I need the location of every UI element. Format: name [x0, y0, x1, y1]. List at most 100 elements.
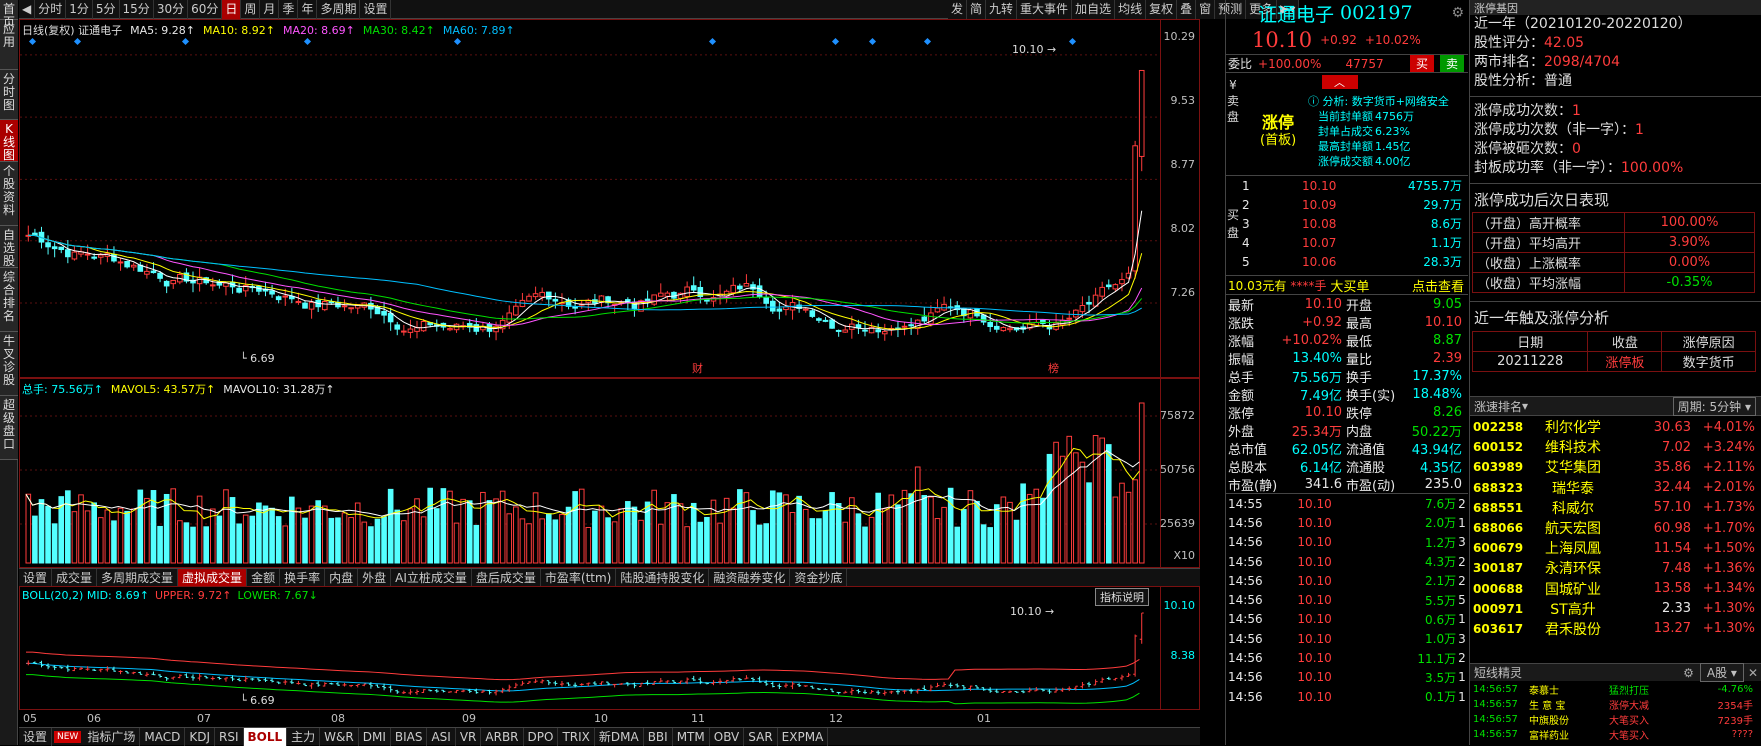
indicator-tab-6[interactable]: 内盘: [325, 569, 359, 587]
buy-level-row[interactable]: 5 10.06 28.3万: [1242, 252, 1467, 271]
toolbar-tab-8[interactable]: 窗: [1196, 0, 1216, 19]
bottom-tab-20[interactable]: EXPMA: [778, 728, 829, 746]
rank-row[interactable]: 600152 维科技术 7.02 +3.24%: [1470, 437, 1761, 457]
nav-1[interactable]: 应用: [0, 20, 18, 70]
bottom-tab-14[interactable]: TRIX: [558, 728, 595, 746]
rank-row[interactable]: 603617 君禾股份 13.27 +1.30%: [1470, 619, 1761, 639]
indicator-tab-5[interactable]: 换手率: [280, 569, 326, 587]
bottom-tab-9[interactable]: BIAS: [391, 728, 428, 746]
boll-panel[interactable]: BOLL(20,2) MID: 8.69↑ UPPER: 9.72↑ LOWER…: [19, 586, 1200, 710]
rank-row[interactable]: 300187 永清环保 7.48 +1.36%: [1470, 558, 1761, 578]
toolbar-tab-0[interactable]: 发: [948, 0, 968, 19]
rank-period-select[interactable]: 周期: 5分钟 ▾: [1672, 396, 1756, 416]
indicator-tab-9[interactable]: 盘后成交量: [472, 569, 541, 587]
bottom-tab-11[interactable]: VR: [456, 728, 482, 746]
rank-row[interactable]: 688323 瑞华泰 32.44 +2.01%: [1470, 478, 1761, 498]
bottom-tab-8[interactable]: DMI: [359, 728, 391, 746]
period-tab-8[interactable]: 月: [260, 0, 280, 19]
period-tab-6[interactable]: 日: [222, 0, 242, 19]
period-tab-3[interactable]: 15分: [120, 0, 154, 19]
indicator-tab-13[interactable]: 资金抄底: [790, 569, 848, 587]
buy-level-row[interactable]: 3 10.08 8.6万: [1242, 214, 1467, 233]
sell-button[interactable]: 卖: [1439, 55, 1464, 72]
toolbar-tab-5[interactable]: 均线: [1115, 0, 1147, 19]
indicator-tab-11[interactable]: 陆股通持股变化: [616, 569, 710, 587]
period-tab-4[interactable]: 30分: [154, 0, 189, 19]
bottom-tab-15[interactable]: 新DMA: [595, 728, 644, 746]
bottom-tab-13[interactable]: DPO: [524, 728, 559, 746]
volume-chart[interactable]: [20, 379, 1160, 567]
rank-row[interactable]: 000688 国城矿业 13.58 +1.34%: [1470, 579, 1761, 599]
indicator-tab-0[interactable]: 设置: [19, 569, 53, 587]
toolbar-tab-6[interactable]: 复权: [1146, 0, 1178, 19]
toolbar-tab-4[interactable]: 加自选: [1072, 0, 1116, 19]
indicator-tab-7[interactable]: 外盘: [358, 569, 392, 587]
rank-row[interactable]: 600679 上海凤凰 11.54 +1.50%: [1470, 538, 1761, 558]
nav-6[interactable]: 综合排名: [0, 268, 18, 332]
rank-row[interactable]: 603989 艾华集团 35.86 +2.11%: [1470, 457, 1761, 477]
rank-row[interactable]: 000971 ST高升 2.33 +1.30%: [1470, 599, 1761, 619]
bottom-tab-0[interactable]: 设置: [19, 728, 53, 746]
sprite-row[interactable]: 14:56:57 富祥药业 大笔买入????: [1470, 727, 1761, 742]
period-tab-7[interactable]: 周: [241, 0, 261, 19]
volume-panel[interactable]: 总手: 75.56万↑ MAVOL5: 43.57万↑ MAVOL10: 31.…: [19, 378, 1200, 568]
indicator-tab-12[interactable]: 融资融券变化: [709, 569, 791, 587]
bottom-tab-1[interactable]: 指标广场: [83, 728, 141, 746]
indicator-tab-10[interactable]: 市盈率(ttm): [541, 569, 617, 587]
buy-level-row[interactable]: 1 10.10 4755.7万: [1242, 176, 1467, 195]
period-tab-12[interactable]: 设置: [360, 0, 392, 19]
touch-row[interactable]: 20211228 涨停板 数字货币: [1471, 351, 1756, 372]
sprite-row[interactable]: 14:56:57 泰慕士 猛烈打压 -4.76%: [1470, 682, 1761, 697]
sprite-row[interactable]: 14:56:57 中旗股份 大笔买入 7239手: [1470, 712, 1761, 727]
indicator-tab-1[interactable]: 成交量: [52, 569, 98, 587]
bottom-tab-7[interactable]: W&R: [320, 728, 359, 746]
gear-icon[interactable]: ⚙: [1451, 5, 1464, 21]
toolbar-tab-1[interactable]: 简: [967, 0, 987, 19]
period-tab-11[interactable]: 多周期: [317, 0, 361, 19]
toolbar-tab-2[interactable]: 九转: [986, 0, 1018, 19]
sprite-close-icon[interactable]: ✕: [1748, 666, 1758, 680]
period-tab-0[interactable]: 分时: [35, 0, 67, 19]
period-tab-2[interactable]: 5分: [93, 0, 120, 19]
indicator-tab-3[interactable]: 虚拟成交量: [178, 569, 248, 587]
nav-5[interactable]: 自选股: [0, 226, 18, 268]
buy-button[interactable]: 买: [1409, 55, 1434, 72]
rank-row[interactable]: 688551 科威尔 57.10 +1.73%: [1470, 498, 1761, 518]
menu-icon[interactable]: ◀: [19, 0, 36, 19]
bottom-tab-19[interactable]: SAR: [744, 728, 778, 746]
indicator-tab-4[interactable]: 金额: [247, 569, 281, 587]
nav-0[interactable]: 首页: [0, 0, 18, 29]
toolbar-tab-3[interactable]: 重大事件: [1017, 0, 1073, 19]
buy-level-row[interactable]: 4 10.07 1.1万: [1242, 233, 1467, 252]
period-tab-1[interactable]: 1分: [66, 0, 93, 19]
bottom-tab-18[interactable]: OBV: [710, 728, 745, 746]
bottom-tab-16[interactable]: BBI: [644, 728, 673, 746]
sprite-row[interactable]: 14:56:57 生 意 宝 涨停大减 2354手: [1470, 697, 1761, 712]
bottom-tab-4[interactable]: RSI: [215, 728, 244, 746]
kline-chart[interactable]: 10.10 → └ 6.69 财 榜: [20, 20, 1160, 377]
bottom-tab-12[interactable]: ARBR: [481, 728, 524, 746]
sprite-mode-select[interactable]: A股 ▾: [1699, 663, 1744, 682]
indicator-tab-2[interactable]: 多周期成交量: [97, 569, 179, 587]
bottom-tab-6[interactable]: 主力: [287, 728, 321, 746]
buy-level-row[interactable]: 2 10.09 29.7万: [1242, 195, 1467, 214]
bottom-tab-2[interactable]: MACD: [140, 728, 186, 746]
bottom-tab-17[interactable]: MTM: [673, 728, 710, 746]
period-tab-5[interactable]: 60分: [188, 0, 223, 19]
nav-7[interactable]: 牛叉诊股: [0, 332, 18, 396]
bigorder-link[interactable]: 点击查看: [1412, 276, 1464, 295]
period-tab-9[interactable]: 季: [279, 0, 299, 19]
nav-8[interactable]: 超级盘口: [0, 396, 18, 460]
period-tab-10[interactable]: 年: [298, 0, 318, 19]
kline-panel[interactable]: 日线(复权) 证通电子 MA5: 9.28↑ MA10: 8.92↑ MA20:…: [19, 19, 1200, 378]
bottom-tab-10[interactable]: ASI: [427, 728, 456, 746]
nav-4[interactable]: 个股资料: [0, 162, 18, 226]
sprite-gear-icon[interactable]: ⚙: [1683, 666, 1694, 680]
toolbar-tab-7[interactable]: 叠: [1177, 0, 1197, 19]
bottom-tab-5[interactable]: BOLL: [243, 728, 288, 746]
rank-row[interactable]: 002258 利尔化学 30.63 +4.01%: [1470, 417, 1761, 437]
bottom-tab-3[interactable]: KDJ: [185, 728, 215, 746]
rank-row[interactable]: 688066 航天宏图 60.98 +1.70%: [1470, 518, 1761, 538]
nav-3[interactable]: K线图: [0, 120, 18, 162]
boll-chart[interactable]: 10.10 → └ 6.69: [20, 587, 1160, 709]
